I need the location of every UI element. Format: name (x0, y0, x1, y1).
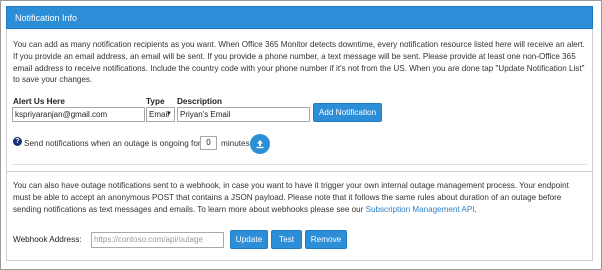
ongoing-text: Send notifications when an outage is ong… (24, 139, 201, 148)
webhook-text: You can also have outage notifications s… (13, 181, 569, 214)
panel-title: Notification Info (15, 13, 78, 23)
panel-header: Notification Info (6, 6, 593, 29)
alert-address-input[interactable]: kspriyaranjan@gmail.com (12, 107, 145, 122)
dropdown-arrow-icon: ▼ (166, 111, 172, 117)
description-label: Description (177, 97, 223, 106)
section-divider (12, 164, 587, 165)
upload-icon (256, 140, 264, 149)
webhook-address-label: Webhook Address: (13, 235, 82, 244)
alert-us-here-label: Alert Us Here (13, 97, 65, 106)
description-input[interactable]: Priyan's Email (177, 107, 310, 122)
type-select[interactable]: Email ▼ (146, 107, 175, 122)
intro-text: You can add as many notification recipie… (13, 40, 585, 85)
test-button[interactable]: Test (271, 230, 302, 249)
update-button[interactable]: Update (230, 230, 268, 249)
add-notification-button[interactable]: Add Notification (313, 103, 382, 122)
minutes-input[interactable]: 0 (200, 136, 217, 150)
type-label: Type (146, 97, 165, 106)
help-icon[interactable]: ? (13, 137, 22, 146)
webhook-text-end: . (474, 204, 477, 214)
save-upload-button[interactable] (250, 134, 270, 154)
webhook-description: You can also have outage notifications s… (13, 180, 588, 215)
remove-button[interactable]: Remove (305, 230, 347, 249)
webhook-address-input[interactable]: https://contoso.com/api/outage (91, 232, 224, 248)
minutes-label: minutes (221, 139, 250, 148)
subscription-api-link[interactable]: Subscription Management API (366, 205, 475, 214)
